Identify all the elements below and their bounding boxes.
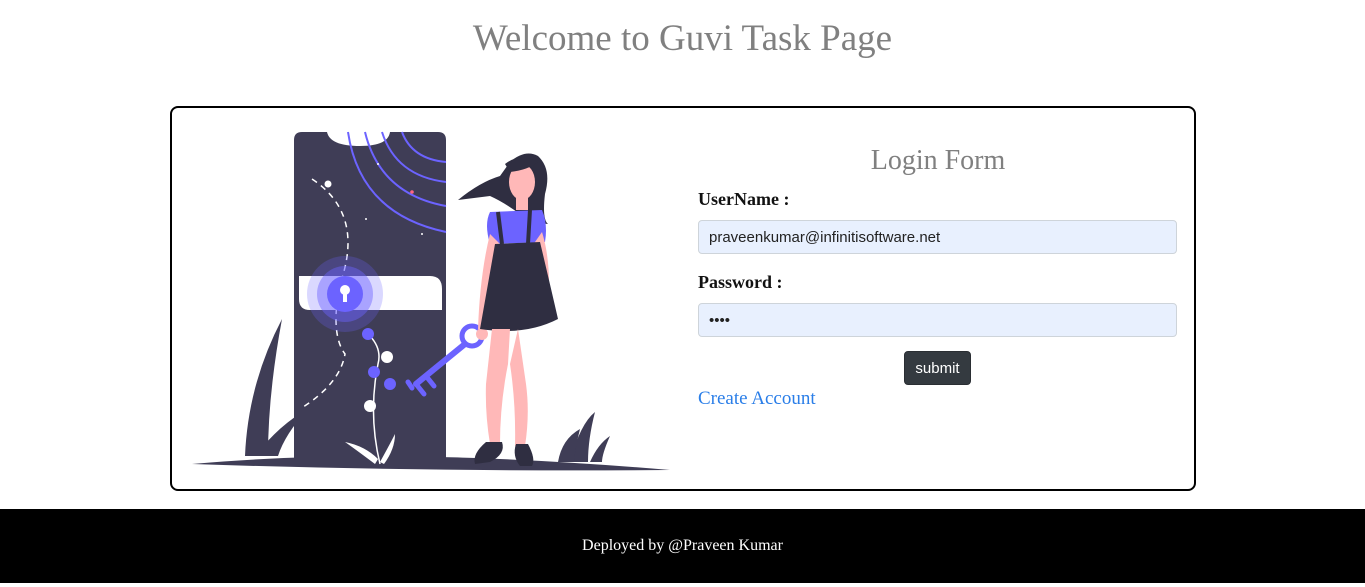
login-card: Login Form UserName : Password : submit … [170,106,1196,491]
login-form-title: Login Form [870,145,1006,176]
password-input[interactable] [698,303,1177,337]
footer-credit: Deployed by @Praveen Kumar [582,537,783,554]
password-label: Password : [698,272,783,292]
footer: Deployed by @Praveen Kumar [0,509,1365,583]
username-label: UserName : [698,189,790,209]
username-input[interactable] [698,220,1177,254]
phone-lock-key-woman-illustration [192,131,670,471]
submit-button[interactable]: submit [904,351,971,385]
page-title: Welcome to Guvi Task Page [472,18,893,59]
create-account-link[interactable]: Create Account [698,387,816,411]
